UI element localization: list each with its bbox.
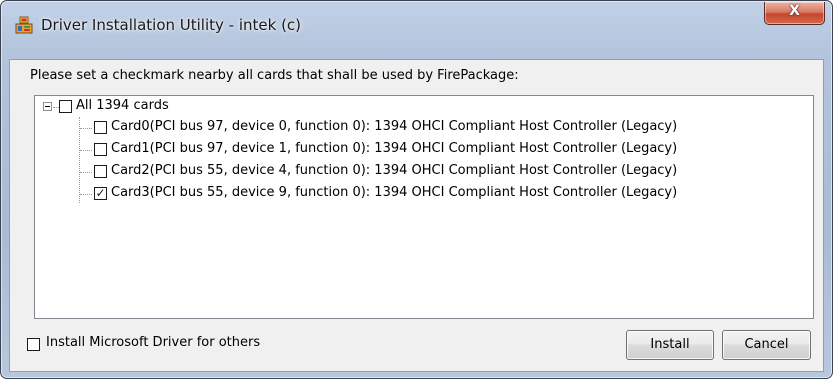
title-bar[interactable]: Driver Installation Utility - intek (c) … bbox=[1, 1, 832, 45]
window-title: Driver Installation Utility - intek (c) bbox=[41, 16, 302, 34]
install-button[interactable]: Install bbox=[626, 330, 714, 360]
card0-label: Card0(PCI bus 97, device 0, function 0):… bbox=[111, 119, 678, 134]
ms-driver-checkbox[interactable] bbox=[27, 338, 40, 351]
tree-item-card3[interactable]: ✓ Card3(PCI bus 55, device 9, function 0… bbox=[35, 183, 795, 203]
collapse-icon[interactable] bbox=[43, 102, 52, 111]
card1-label: Card1(PCI bus 97, device 1, function 0):… bbox=[111, 141, 678, 156]
card1-checkbox[interactable] bbox=[94, 143, 107, 156]
card-tree[interactable]: All 1394 cards Card0(PCI bus 97, device … bbox=[34, 95, 814, 319]
tree-item-card1[interactable]: Card1(PCI bus 97, device 1, function 0):… bbox=[35, 139, 795, 159]
tree-root-row[interactable]: All 1394 cards bbox=[35, 96, 235, 116]
card3-checkbox[interactable]: ✓ bbox=[94, 186, 107, 200]
close-button[interactable]: X bbox=[764, 2, 825, 25]
card3-label: Card3(PCI bus 55, device 9, function 0):… bbox=[111, 185, 678, 200]
close-icon: X bbox=[789, 3, 800, 19]
card2-label: Card2(PCI bus 55, device 4, function 0):… bbox=[111, 163, 678, 178]
cancel-button[interactable]: Cancel bbox=[722, 330, 811, 360]
all-cards-checkbox[interactable] bbox=[59, 100, 72, 113]
tree-item-card0[interactable]: Card0(PCI bus 97, device 0, function 0):… bbox=[35, 117, 795, 137]
dialog-body: Please set a checkmark nearby all cards … bbox=[9, 59, 824, 372]
install-button-label: Install bbox=[650, 337, 690, 352]
dialog-window: Driver Installation Utility - intek (c) … bbox=[0, 0, 833, 379]
ms-driver-label[interactable]: Install Microsoft Driver for others bbox=[46, 335, 260, 350]
installer-icon bbox=[15, 16, 33, 34]
card2-checkbox[interactable] bbox=[94, 165, 107, 178]
instructions-label: Please set a checkmark nearby all cards … bbox=[30, 68, 519, 83]
all-cards-label: All 1394 cards bbox=[76, 98, 169, 113]
tree-item-card2[interactable]: Card2(PCI bus 55, device 4, function 0):… bbox=[35, 161, 795, 181]
cancel-button-label: Cancel bbox=[744, 337, 789, 352]
card0-checkbox[interactable] bbox=[94, 121, 107, 134]
checkmark-icon: ✓ bbox=[95, 186, 106, 200]
